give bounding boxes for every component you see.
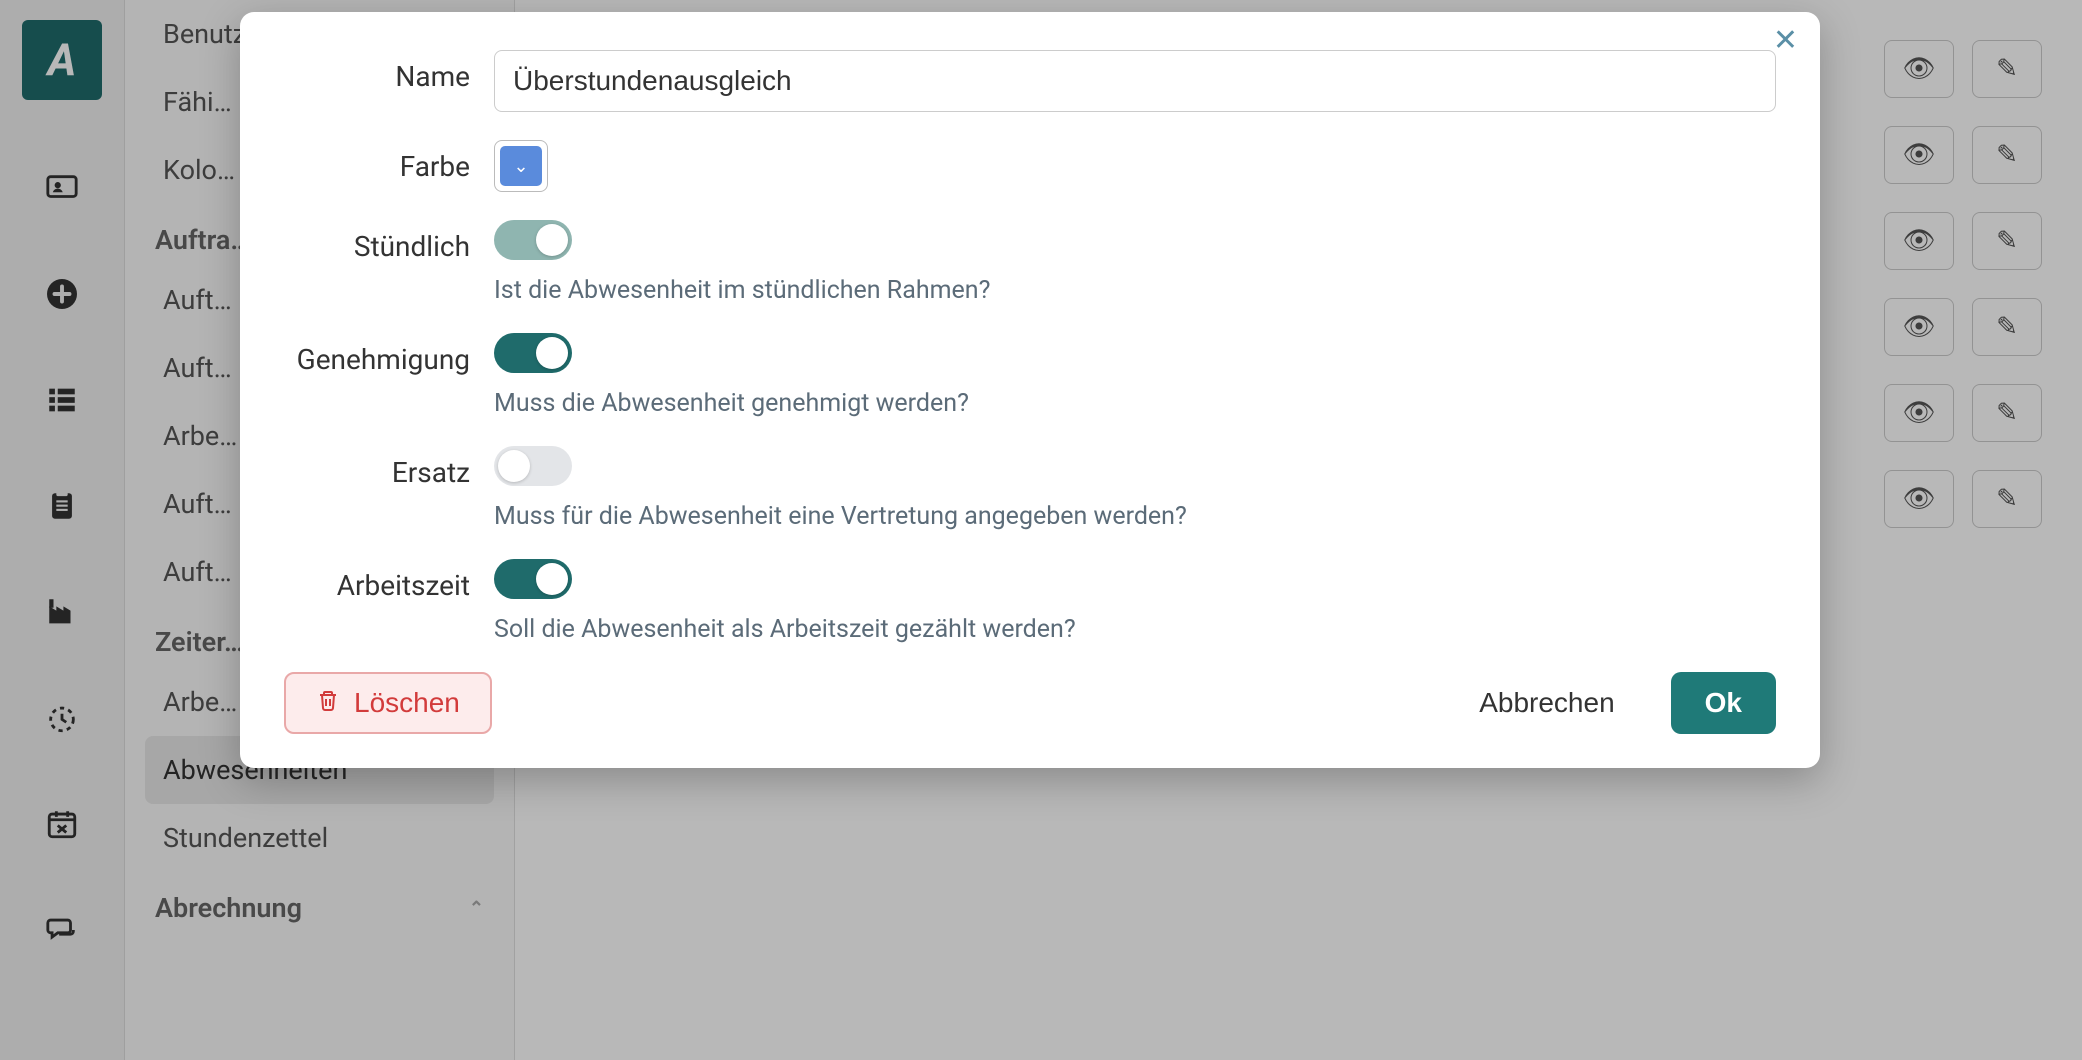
- name-input[interactable]: [494, 50, 1776, 112]
- trash-icon: [316, 687, 340, 720]
- field-worktime: Arbeitszeit Soll die Abwesenheit als Arb…: [284, 559, 1776, 644]
- substitute-label: Ersatz: [284, 446, 494, 489]
- delete-label: Löschen: [354, 687, 460, 719]
- ok-button[interactable]: Ok: [1671, 672, 1776, 734]
- close-icon: ✕: [1773, 23, 1798, 58]
- color-picker-button[interactable]: ⌄: [494, 140, 548, 192]
- cancel-button[interactable]: Abbrechen: [1449, 672, 1644, 734]
- approval-toggle[interactable]: [494, 333, 572, 373]
- worktime-label: Arbeitszeit: [284, 559, 494, 602]
- field-color: Farbe ⌄: [284, 140, 1776, 192]
- ok-label: Ok: [1705, 687, 1742, 719]
- worktime-toggle[interactable]: [494, 559, 572, 599]
- approval-label: Genehmigung: [284, 333, 494, 376]
- hourly-toggle[interactable]: [494, 220, 572, 260]
- chevron-down-icon: ⌄: [513, 156, 528, 177]
- edit-absence-modal: ✕ Name Farbe ⌄ Stündlich Ist die Abwesen…: [240, 12, 1820, 768]
- close-button[interactable]: ✕: [1773, 26, 1798, 56]
- color-label: Farbe: [284, 140, 494, 183]
- field-name: Name: [284, 50, 1776, 112]
- substitute-toggle[interactable]: [494, 446, 572, 486]
- field-approval: Genehmigung Muss die Abwesenheit genehmi…: [284, 333, 1776, 418]
- color-swatch: ⌄: [500, 146, 542, 186]
- modal-footer: Löschen Abbrechen Ok: [284, 672, 1776, 734]
- field-hourly: Stündlich Ist die Abwesenheit im stündli…: [284, 220, 1776, 305]
- worktime-help: Soll die Abwesenheit als Arbeitszeit gez…: [494, 615, 1776, 644]
- name-label: Name: [284, 50, 494, 93]
- hourly-help: Ist die Abwesenheit im stündlichen Rahme…: [494, 276, 1776, 305]
- approval-help: Muss die Abwesenheit genehmigt werden?: [494, 389, 1776, 418]
- delete-button[interactable]: Löschen: [284, 672, 492, 734]
- hourly-label: Stündlich: [284, 220, 494, 263]
- substitute-help: Muss für die Abwesenheit eine Vertretung…: [494, 502, 1776, 531]
- cancel-label: Abbrechen: [1479, 687, 1614, 719]
- field-substitute: Ersatz Muss für die Abwesenheit eine Ver…: [284, 446, 1776, 531]
